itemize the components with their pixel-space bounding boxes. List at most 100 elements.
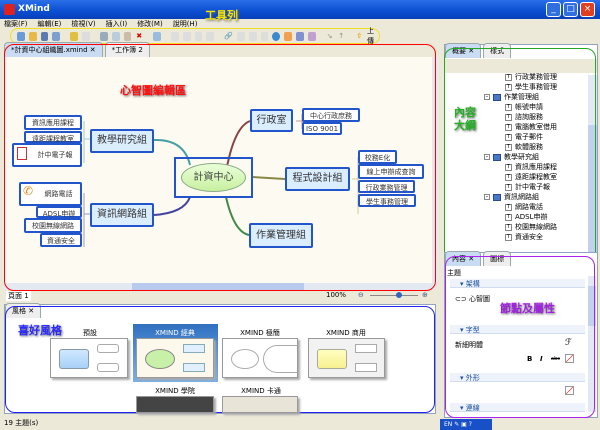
subtopic[interactable]: 校園無線網路 <box>24 218 82 233</box>
outline-item[interactable]: T 帳號申請 <box>505 102 543 112</box>
outline-item[interactable]: T 資通安全 <box>505 232 543 242</box>
style-thumb-default[interactable] <box>50 338 128 378</box>
topic-after-icon[interactable] <box>194 31 203 41</box>
tab-icons[interactable]: 圖標 <box>483 251 512 266</box>
subtopic[interactable]: 線上申辦成查詢 <box>358 164 424 179</box>
editor-hscrollbar[interactable] <box>4 283 436 290</box>
font-select[interactable]: 新細明體 <box>455 340 483 350</box>
maximize-button[interactable]: □ <box>563 2 578 17</box>
outline-item[interactable]: T 軟體服務 <box>505 142 543 152</box>
mindmap-canvas[interactable]: 計資中心 行政室 中心行政庶務 ISO 9001 程式設計組 校務E化 線上申辦… <box>4 57 432 283</box>
font-picker-icon[interactable]: ℱ <box>565 338 572 348</box>
relationship-icon[interactable] <box>307 31 316 41</box>
outline-item[interactable]: T 行政業務管理 <box>505 72 557 82</box>
minimize-button[interactable]: _ <box>546 2 561 17</box>
outline-group[interactable]: - 作業管理組 <box>484 92 539 102</box>
copy-icon[interactable] <box>111 31 120 41</box>
zoom-slider[interactable] <box>370 292 418 298</box>
tab-style[interactable]: 樣式 <box>483 43 512 58</box>
tab-content[interactable]: 內容 ✕ <box>445 251 482 266</box>
topic-operations[interactable]: 作業管理組 <box>249 223 313 248</box>
subtopic[interactable]: 校務E化 <box>358 150 397 164</box>
outline-item[interactable]: T 學生事務管理 <box>505 82 557 92</box>
central-topic[interactable]: 計資中心 <box>174 157 253 198</box>
style-thumb-business[interactable] <box>308 338 385 378</box>
boundary-icon[interactable] <box>248 31 257 41</box>
topic-admin[interactable]: 行政室 <box>250 109 293 132</box>
tab-overview[interactable]: 概要 ✕ <box>445 43 482 58</box>
subtopic[interactable]: 學生事務管理 <box>358 194 416 207</box>
redo-icon[interactable] <box>82 31 90 41</box>
outline-item[interactable]: T 資訊應用課程 <box>505 162 557 172</box>
parent-topic-icon[interactable] <box>206 31 215 41</box>
zoom-out-icon[interactable]: ⊖ <box>358 291 364 299</box>
fill-color-button[interactable] <box>565 386 574 395</box>
undo-icon[interactable] <box>70 31 79 41</box>
outline-item[interactable]: T 校園無線網路 <box>505 222 557 232</box>
outline-group[interactable]: - 教學研究組 <box>484 152 539 162</box>
section-structure[interactable]: ▾ 架構 <box>450 279 585 288</box>
topic-network[interactable]: 資訊網路組 <box>90 203 154 227</box>
outline-item[interactable]: T 網路電話 <box>505 202 543 212</box>
font-color-button[interactable] <box>565 354 574 363</box>
section-font[interactable]: ▾ 字型 <box>450 325 585 334</box>
collapse-icon[interactable]: - <box>484 94 490 100</box>
subtopic[interactable]: 中心行政庶務 <box>302 108 360 122</box>
style-thumb-classic[interactable] <box>136 338 214 378</box>
delete-icon[interactable]: ✖ <box>135 32 143 41</box>
outline-item[interactable]: T 電子郵件 <box>505 132 543 142</box>
upload-button[interactable]: 上傳 <box>367 26 379 46</box>
subtopic[interactable]: ISO 9001 <box>302 122 342 135</box>
tab-styles[interactable]: 風格 ✕ <box>5 303 42 318</box>
outline-item[interactable]: T 計中電子報 <box>505 182 550 192</box>
collapse-icon[interactable]: - <box>484 154 490 160</box>
bold-button[interactable]: B <box>527 355 532 363</box>
outline-item[interactable]: T 諮詢服務 <box>505 112 543 122</box>
zoom-in-icon[interactable]: ⊕ <box>422 291 428 299</box>
italic-button[interactable]: I <box>540 355 543 363</box>
topic-teaching[interactable]: 教學研究組 <box>90 129 154 153</box>
editor-vscrollbar[interactable] <box>432 57 438 283</box>
subtopic-icon[interactable] <box>170 31 179 41</box>
sheet-tab[interactable]: 頁面 1 <box>6 291 31 301</box>
insert-topic-icon[interactable] <box>153 31 161 41</box>
drill-up-icon[interactable]: ↑ <box>337 32 345 41</box>
structure-select[interactable]: ⊂⊃ 心智圖 <box>455 294 490 304</box>
outline-item[interactable]: T ADSL申辦 <box>505 212 548 222</box>
style-thumb-academic[interactable] <box>136 396 214 413</box>
subtopic[interactable]: 資通安全 <box>40 233 82 247</box>
hyperlink-icon[interactable] <box>272 31 281 41</box>
print-icon[interactable] <box>52 31 61 41</box>
subtopic[interactable]: 遠距課程教室 <box>24 131 82 143</box>
language-bar[interactable]: EN ✎ ▣ ? <box>440 419 492 430</box>
subtopic[interactable]: 行政業務管理 <box>358 180 415 193</box>
new-icon[interactable] <box>17 31 25 41</box>
close-button[interactable]: × <box>580 2 595 17</box>
topic-before-icon[interactable] <box>182 31 191 41</box>
strikethrough-button[interactable]: abc <box>551 356 560 362</box>
style-thumb-minimal[interactable] <box>222 338 299 378</box>
outline-group[interactable]: - 資訊網路組 <box>484 192 539 202</box>
section-line[interactable]: ▾ 連線 <box>450 403 585 412</box>
subtopic[interactable]: 資訊應用課程 <box>24 115 82 130</box>
notes-icon[interactable] <box>295 31 304 41</box>
collapse-icon[interactable]: - <box>484 194 490 200</box>
outline-item[interactable]: T 電腦教室借用 <box>505 122 557 132</box>
outline-scrollbar[interactable] <box>588 75 597 275</box>
topic-programming[interactable]: 程式設計組 <box>285 167 350 191</box>
attachment-icon[interactable]: 🔗 <box>224 32 233 41</box>
style-thumb-cartoon[interactable] <box>222 396 298 413</box>
properties-scrollbar[interactable] <box>588 276 596 412</box>
cut-icon[interactable] <box>99 31 108 41</box>
tab-workbook-2[interactable]: *工作簿 2 <box>104 42 150 57</box>
subtopic[interactable]: ADSL申辦 <box>36 206 82 218</box>
marker-icon[interactable] <box>284 31 292 41</box>
save-icon[interactable] <box>40 31 49 41</box>
open-icon[interactable] <box>28 31 37 41</box>
upload-icon[interactable]: ⇧ <box>355 32 363 41</box>
section-shape[interactable]: ▾ 外形 <box>450 373 585 382</box>
drill-down-icon[interactable]: ↘ <box>326 32 334 41</box>
outline-item[interactable]: T 遠距課程教室 <box>505 172 557 182</box>
paste-icon[interactable] <box>123 31 132 41</box>
tab-mindmap-file[interactable]: *計資中心組織圖.xmind ✕ <box>4 42 103 57</box>
